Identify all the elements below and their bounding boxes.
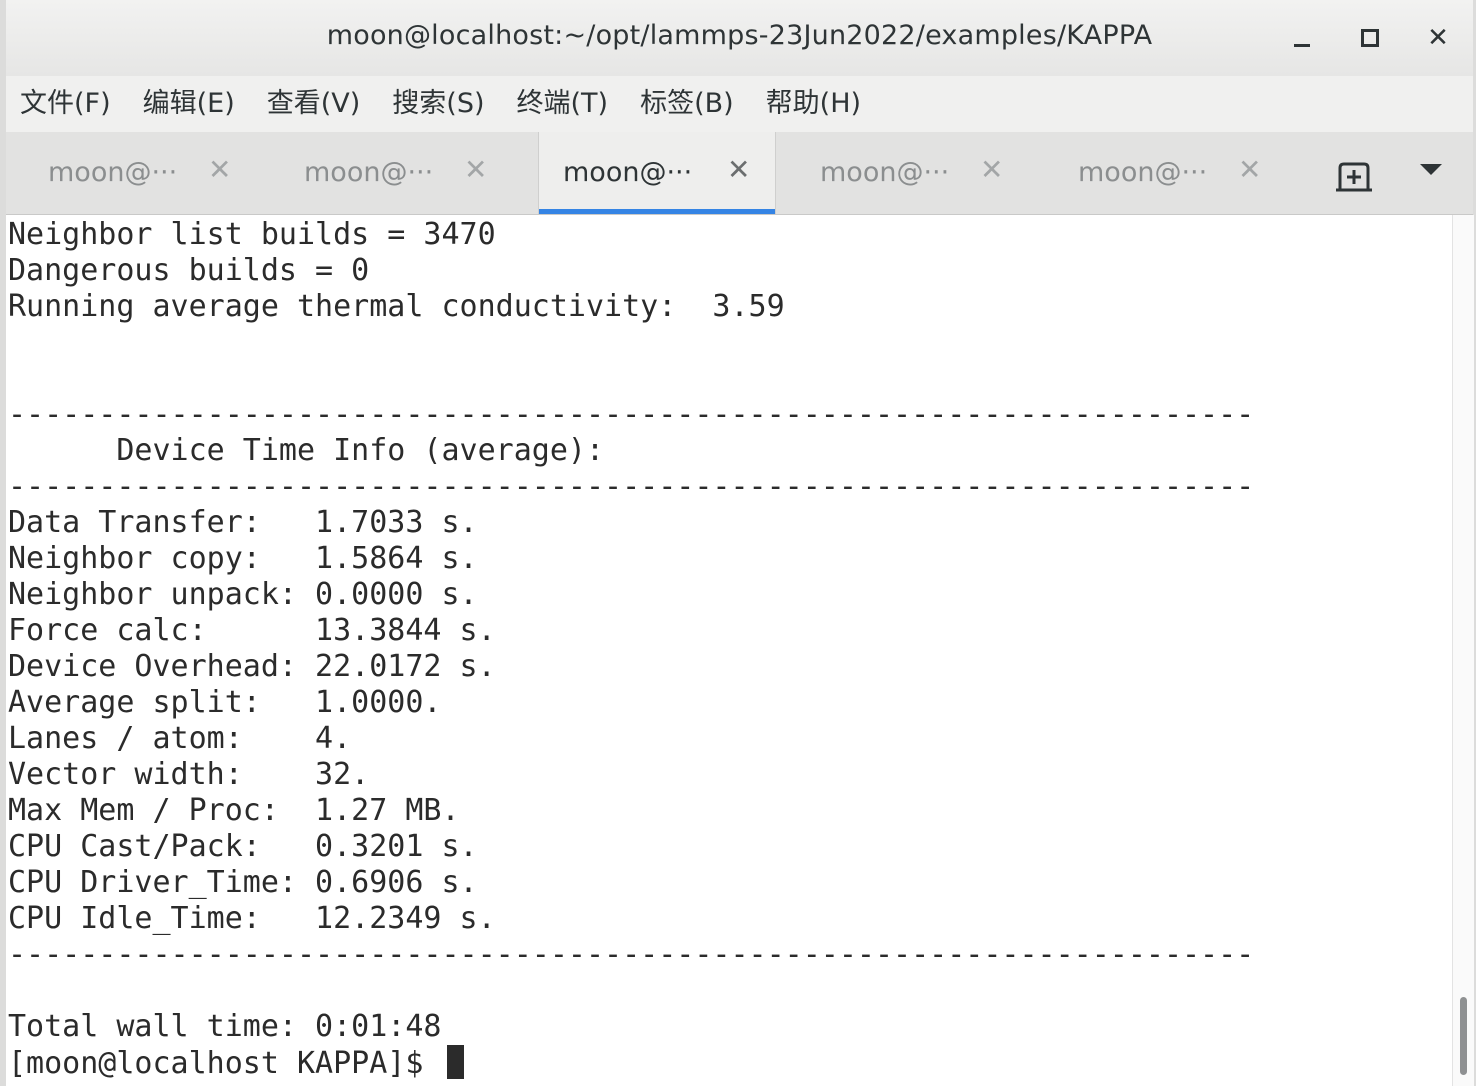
- maximize-button[interactable]: [1350, 18, 1390, 58]
- terminal-line: Device Overhead: 22.0172 s.: [8, 649, 496, 684]
- window-title: moon@localhost:~/opt/lammps-23Jun2022/ex…: [326, 20, 1153, 51]
- shell-prompt: [moon@localhost KAPPA]$: [8, 1046, 442, 1081]
- menu-edit[interactable]: 编辑(E): [127, 76, 251, 132]
- terminal-line: CPU Idle_Time: 12.2349 s.: [8, 901, 496, 936]
- tab-1[interactable]: moon@··· ✕: [6, 132, 244, 214]
- tab-label: moon@···: [304, 157, 434, 188]
- tab-close-icon[interactable]: ✕: [464, 156, 487, 184]
- minimize-button[interactable]: [1282, 18, 1322, 58]
- terminal-line: Running average thermal conductivity: 3.…: [8, 289, 785, 324]
- minimize-icon: [1294, 43, 1310, 47]
- new-tab-button[interactable]: [1334, 156, 1374, 196]
- terminal-line: CPU Cast/Pack: 0.3201 s.: [8, 829, 478, 864]
- tab-4[interactable]: moon@··· ✕: [778, 132, 1016, 214]
- tab-label: moon@···: [48, 157, 178, 188]
- terminal-separator: ----------------------------------------…: [8, 469, 1255, 504]
- maximize-icon: [1361, 29, 1379, 47]
- terminal-line: CPU Driver_Time: 0.6906 s.: [8, 865, 478, 900]
- tab-close-icon[interactable]: ✕: [980, 156, 1003, 184]
- terminal-window: moon@localhost:~/opt/lammps-23Jun2022/ex…: [0, 0, 1476, 1086]
- tab-close-icon[interactable]: ✕: [208, 156, 231, 184]
- terminal-prompt-line[interactable]: [moon@localhost KAPPA]$: [8, 1045, 465, 1082]
- terminal-line: Lanes / atom: 4.: [8, 721, 352, 756]
- terminal-line: Neighbor copy: 1.5864 s.: [8, 541, 478, 576]
- tab-label: moon@···: [563, 157, 693, 188]
- close-button[interactable]: ✕: [1418, 18, 1458, 58]
- terminal-line: Neighbor unpack: 0.0000 s.: [8, 577, 478, 612]
- menu-terminal[interactable]: 终端(T): [501, 76, 625, 132]
- tab-3-active[interactable]: moon@··· ✕: [538, 132, 776, 214]
- terminal-line: Average split: 1.0000.: [8, 685, 442, 720]
- terminal-line: Data Transfer: 1.7033 s.: [8, 505, 478, 540]
- tab-label: moon@···: [1078, 157, 1208, 188]
- tab-5[interactable]: moon@··· ✕: [1036, 132, 1274, 214]
- menu-bar: 文件(F) 编辑(E) 查看(V) 搜索(S) 终端(T) 标签(B) 帮助(H…: [6, 76, 1473, 133]
- terminal-output[interactable]: Neighbor list builds = 3470 Dangerous bu…: [6, 215, 1452, 1086]
- terminal-separator: ----------------------------------------…: [8, 937, 1255, 972]
- terminal-line: Dangerous builds = 0: [8, 253, 370, 288]
- tab-bar: moon@··· ✕ moon@··· ✕ moon@··· ✕ moon@··…: [6, 132, 1473, 215]
- terminal-separator: ----------------------------------------…: [8, 397, 1255, 432]
- terminal-line: Force calc: 13.3844 s.: [8, 613, 496, 648]
- tab-close-icon[interactable]: ✕: [727, 156, 750, 184]
- tab-menu-icon[interactable]: [1420, 164, 1442, 175]
- terminal-line: Max Mem / Proc: 1.27 MB.: [8, 793, 460, 828]
- terminal-line: Device Time Info (average):: [8, 433, 605, 468]
- menu-tabs[interactable]: 标签(B): [624, 76, 750, 132]
- tab-2[interactable]: moon@··· ✕: [262, 132, 500, 214]
- text-cursor: [447, 1045, 465, 1079]
- terminal-line: Neighbor list builds = 3470: [8, 217, 496, 252]
- terminal-line: Vector width: 32.: [8, 757, 370, 792]
- title-bar[interactable]: moon@localhost:~/opt/lammps-23Jun2022/ex…: [6, 0, 1473, 77]
- scrollbar-thumb[interactable]: [1460, 997, 1467, 1075]
- close-icon: ✕: [1427, 23, 1449, 53]
- new-tab-icon: [1336, 162, 1372, 192]
- vertical-scrollbar[interactable]: [1452, 215, 1474, 1086]
- menu-help[interactable]: 帮助(H): [750, 76, 877, 132]
- menu-view[interactable]: 查看(V): [251, 76, 377, 132]
- terminal-line: Total wall time: 0:01:48: [8, 1009, 442, 1044]
- tab-label: moon@···: [820, 157, 950, 188]
- tab-close-icon[interactable]: ✕: [1238, 156, 1261, 184]
- menu-search[interactable]: 搜索(S): [376, 76, 500, 132]
- active-tab-indicator: [539, 209, 775, 214]
- menu-file[interactable]: 文件(F): [6, 76, 127, 132]
